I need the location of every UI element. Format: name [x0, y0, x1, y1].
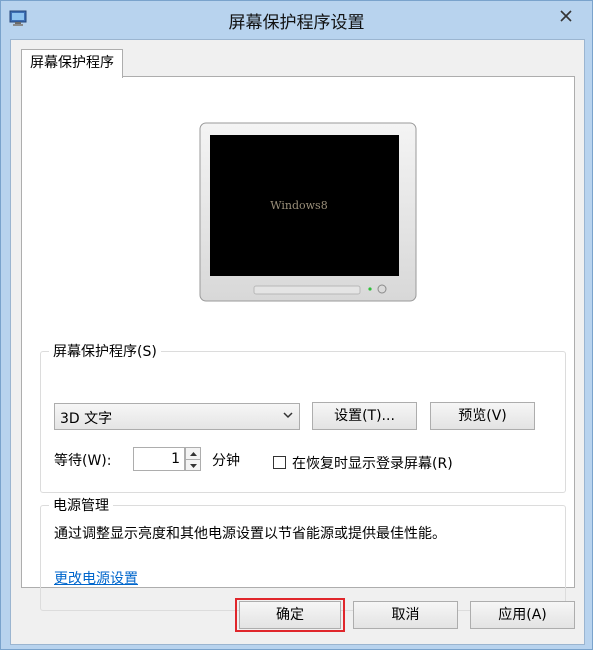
screensaver-group-label: 屏幕保护程序(S)	[49, 341, 161, 361]
resume-logon-label[interactable]: 在恢复时显示登录屏幕(R)	[292, 453, 453, 473]
close-icon	[560, 10, 572, 22]
screensaver-select-value: 3D 文字	[60, 411, 113, 427]
power-led-icon	[368, 287, 372, 291]
power-group-label: 电源管理	[49, 495, 113, 515]
wait-minutes-input[interactable]: 1	[133, 447, 185, 471]
cancel-button[interactable]: 取消	[353, 601, 458, 629]
power-group: 电源管理	[40, 495, 566, 611]
resume-logon-checkbox[interactable]	[273, 456, 286, 469]
chevron-up-icon	[189, 451, 197, 456]
chevron-down-small-icon	[189, 463, 197, 468]
wait-minutes-spinner[interactable]	[185, 447, 201, 471]
monitor-preview: Windows8	[199, 122, 417, 302]
screensaver-select[interactable]: 3D 文字	[54, 403, 300, 430]
preview-button[interactable]: 预览(V)	[430, 402, 535, 430]
title-bar[interactable]: 屏幕保护程序设置	[1, 1, 592, 37]
close-button[interactable]	[544, 1, 588, 31]
ok-button[interactable]: 确定	[239, 601, 341, 629]
apply-button[interactable]: 应用(A)	[470, 601, 575, 629]
settings-button[interactable]: 设置(T)...	[312, 402, 417, 430]
spinner-down-button[interactable]	[186, 460, 200, 471]
chevron-down-icon	[283, 412, 293, 419]
wait-unit-label: 分钟	[212, 453, 240, 469]
preview-screen-text: Windows8	[270, 199, 327, 212]
dialog-client-area: 屏幕保护程序 Windows8 屏幕保护程序(S) 3D 文字 设置(T)...…	[10, 39, 585, 645]
change-power-settings-link[interactable]: 更改电源设置	[54, 568, 138, 588]
tab-screensaver[interactable]: 屏幕保护程序	[21, 49, 123, 78]
tab-panel: Windows8 屏幕保护程序(S) 3D 文字 设置(T)... 预览(V) …	[21, 76, 575, 611]
spinner-up-button[interactable]	[186, 448, 200, 460]
window-title: 屏幕保护程序设置	[228, 13, 365, 33]
power-description: 通过调整显示亮度和其他电源设置以节省能源或提供最佳性能。	[54, 526, 446, 542]
wait-label: 等待(W):	[54, 453, 112, 469]
dialog-window: 屏幕保护程序设置 屏幕保护程序 Windows8 屏幕保护程序(S) 3D 文字…	[0, 0, 593, 650]
